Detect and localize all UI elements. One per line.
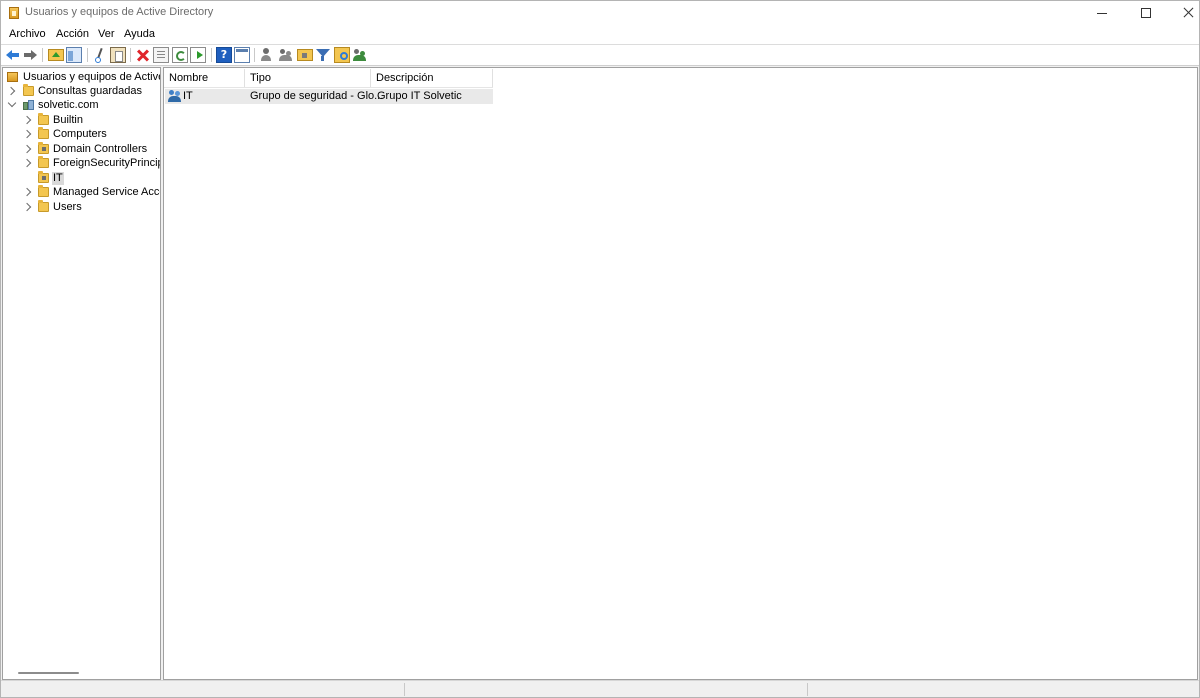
toolbar (1, 45, 1199, 66)
folder-icon (38, 113, 49, 125)
expand-chevron-icon[interactable] (22, 187, 32, 197)
column-header-tipo[interactable]: Tipo (245, 69, 371, 87)
folder-icon (38, 127, 49, 139)
up-one-level-icon[interactable] (48, 49, 64, 61)
title-bar: Usuarios y equipos de Active Directory (1, 1, 1199, 25)
properties-icon[interactable] (153, 47, 169, 63)
toolbar-separator (130, 48, 131, 62)
toolbar-separator (42, 48, 43, 62)
minimize-button[interactable] (1079, 1, 1125, 25)
tree-item-label: solvetic.com (38, 99, 99, 111)
tree-item-label: Usuarios y equipos de Active Dir (23, 71, 160, 83)
expand-chevron-icon[interactable] (22, 158, 32, 168)
mmc-window-icon[interactable] (234, 47, 250, 63)
security-group-icon (168, 89, 182, 103)
domain-icon (23, 100, 34, 110)
folder-icon (38, 200, 49, 212)
close-button[interactable] (1165, 1, 1199, 25)
folder-icon (38, 185, 49, 197)
new-group-icon[interactable] (278, 47, 294, 63)
forward-icon[interactable] (22, 47, 38, 63)
expand-chevron-icon[interactable] (22, 144, 32, 154)
refresh-icon[interactable] (172, 47, 188, 63)
tree-item-label: Consultas guardadas (38, 85, 142, 97)
status-separator (404, 683, 405, 696)
toolbar-separator (211, 48, 212, 62)
organizational-unit-icon (38, 142, 49, 154)
show-console-tree-icon[interactable] (66, 47, 82, 63)
export-list-icon[interactable] (190, 47, 206, 63)
new-user-icon[interactable] (259, 47, 275, 63)
tree-item-label: ForeignSecurityPrincipals (53, 157, 160, 169)
add-to-group-icon[interactable] (352, 47, 368, 63)
new-ou-icon[interactable] (297, 49, 313, 61)
status-separator (807, 683, 808, 696)
active-directory-root-icon (7, 72, 18, 82)
menu-ver[interactable]: Ver (98, 28, 115, 40)
cell-description: Grupo IT Solvetic (377, 90, 462, 102)
find-icon[interactable] (334, 47, 350, 63)
cut-icon[interactable] (92, 47, 108, 63)
tree-item-domain[interactable]: solvetic.com (3, 98, 160, 113)
toolbar-separator (254, 48, 255, 62)
horizontal-scrollbar[interactable] (18, 672, 79, 674)
column-header-nombre[interactable]: Nombre (164, 69, 245, 87)
folder-icon (38, 156, 49, 168)
tree-item-users[interactable]: Users (3, 200, 160, 215)
tree-item-computers[interactable]: Computers (3, 127, 160, 142)
organizational-unit-icon (38, 171, 49, 183)
expand-chevron-icon[interactable] (22, 115, 32, 125)
back-icon[interactable] (5, 47, 21, 63)
menu-accion[interactable]: Acción (56, 28, 89, 40)
paste-icon[interactable] (110, 47, 126, 63)
column-header-descripcion[interactable]: Descripción (371, 69, 493, 87)
help-icon[interactable] (216, 47, 232, 63)
filter-icon[interactable] (315, 47, 331, 63)
menu-archivo[interactable]: Archivo (9, 28, 46, 40)
active-directory-app-icon (9, 7, 19, 19)
maximize-button[interactable] (1123, 1, 1169, 25)
window-title: Usuarios y equipos de Active Directory (25, 6, 214, 18)
details-pane: Nombre Tipo Descripción IT Grupo de segu… (163, 67, 1198, 680)
folder-icon (23, 84, 34, 96)
tree-item-label: Computers (53, 128, 107, 140)
expand-chevron-icon[interactable] (22, 129, 32, 139)
tree-item-foreign-security-principals[interactable]: ForeignSecurityPrincipals (3, 156, 160, 171)
tree-item-label: Users (53, 201, 82, 213)
expand-chevron-icon[interactable] (22, 202, 32, 212)
cell-type: Grupo de seguridad - Glo... (250, 90, 384, 102)
menu-bar: Archivo Acción Ver Ayuda (1, 25, 1199, 45)
expand-chevron-icon[interactable] (6, 86, 16, 96)
status-bar (1, 680, 1199, 697)
tree-item-domain-controllers[interactable]: Domain Controllers (3, 142, 160, 157)
header-divider (164, 87, 493, 88)
console-tree: Usuarios y equipos de Active Dir Consult… (2, 67, 161, 680)
delete-icon[interactable] (135, 47, 151, 63)
tree-item-saved-queries[interactable]: Consultas guardadas (3, 84, 160, 99)
tree-item-builtin[interactable]: Builtin (3, 113, 160, 128)
app-window: Usuarios y equipos de Active Directory A… (0, 0, 1200, 698)
tree-item-label: Managed Service Accour (53, 186, 160, 198)
tree-item-label: Builtin (53, 114, 83, 126)
tree-item-root[interactable]: Usuarios y equipos de Active Dir (3, 71, 160, 85)
toolbar-separator (87, 48, 88, 62)
collapse-chevron-icon[interactable] (7, 98, 17, 108)
menu-ayuda[interactable]: Ayuda (124, 28, 155, 40)
table-row[interactable]: IT Grupo de seguridad - Glo... Grupo IT … (165, 89, 493, 104)
tree-item-managed-service-accounts[interactable]: Managed Service Accour (3, 185, 160, 200)
tree-item-label: IT (52, 172, 64, 185)
tree-item-label: Domain Controllers (53, 143, 148, 155)
tree-item-it[interactable]: IT (3, 171, 160, 186)
cell-name: IT (183, 90, 193, 102)
